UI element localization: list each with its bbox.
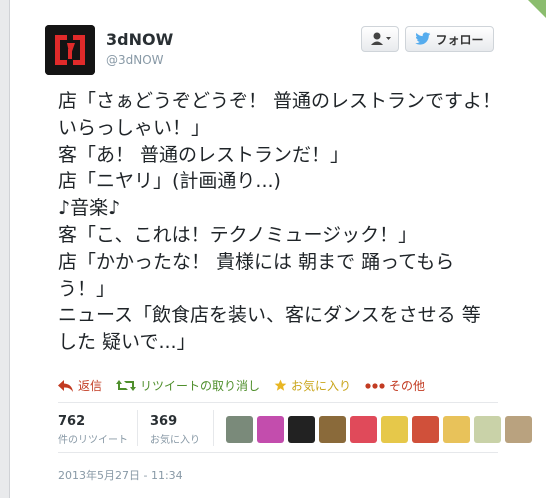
- stat-separator: [137, 410, 138, 446]
- engager-avatar[interactable]: [288, 416, 315, 443]
- favorite-button[interactable]: お気に入り: [274, 377, 351, 394]
- twitter-bird-icon: [415, 32, 431, 45]
- page-corner-fold: [528, 0, 546, 18]
- engager-avatar[interactable]: [319, 416, 346, 443]
- engager-avatar[interactable]: [381, 416, 408, 443]
- engager-avatar[interactable]: [505, 416, 532, 443]
- more-dots-icon: [365, 382, 385, 389]
- tweet-line: 客「こ、これは！テクノミュージック！」: [58, 223, 418, 246]
- reply-button[interactable]: 返信: [58, 377, 102, 394]
- favorite-stat[interactable]: 369 お気に入り: [150, 414, 200, 446]
- tweet-line: 店「さぁどうぞどうぞ！ 普通のレストランですよ！: [58, 90, 502, 112]
- reply-label: 返信: [78, 379, 103, 393]
- favorite-count: 369: [150, 414, 178, 429]
- engager-avatars: [226, 416, 532, 443]
- favorite-count-label: お気に入り: [150, 435, 200, 446]
- follow-label: フォロー: [435, 32, 484, 47]
- favorite-label: お気に入り: [291, 379, 352, 393]
- stats-divider-top: [58, 402, 498, 403]
- tweet-actions: 返信 リツイートの取り消し お気に入り その他: [58, 377, 439, 394]
- avatar[interactable]: [45, 25, 95, 75]
- engager-avatar[interactable]: [443, 416, 470, 443]
- engager-avatar[interactable]: [257, 416, 284, 443]
- tweet-line: ニュース「飲食店を装い、客にダンスをさせる 等: [58, 304, 481, 327]
- undo-retweet-button[interactable]: リツイートの取り消し: [116, 377, 260, 394]
- tweet-line: した 疑いで...」: [58, 331, 196, 354]
- reply-arrow-icon: [58, 379, 73, 392]
- engager-avatar[interactable]: [474, 416, 501, 443]
- tweet-line: ♪音楽♪: [58, 197, 121, 220]
- user-dropdown-icon: [371, 32, 391, 45]
- more-label: その他: [389, 379, 426, 393]
- retweet-stat[interactable]: 762 件のリツイート: [58, 414, 128, 446]
- stats-divider-bottom: [58, 452, 498, 453]
- more-button[interactable]: その他: [365, 377, 425, 394]
- engager-avatar[interactable]: [412, 416, 439, 443]
- retweet-count-label: 件のリツイート: [58, 435, 128, 446]
- engager-avatar[interactable]: [226, 416, 253, 443]
- tweet-line: 客「あ！ 普通のレストランだ！」: [58, 143, 350, 166]
- tweet-line: う！」: [58, 277, 116, 300]
- tweet-text: 店「さぁどうぞどうぞ！ 普通のレストランですよ！ いらっしゃい！」 客「あ！ 普…: [58, 88, 528, 356]
- engager-avatar[interactable]: [350, 416, 377, 443]
- user-actions-button[interactable]: [361, 26, 399, 52]
- stat-separator: [213, 410, 214, 446]
- retweet-label: リツイートの取り消し: [140, 379, 261, 393]
- 3dnow-logo-icon: [45, 25, 95, 75]
- star-icon: [274, 379, 287, 391]
- tweet-line: 店「かかったな！ 貴様には 朝まで 踊ってもら: [58, 250, 455, 273]
- retweet-icon: [116, 380, 137, 391]
- tweet-line: 店「ニヤリ」(計画通り...): [58, 170, 281, 193]
- display-name[interactable]: 3dNOW: [106, 30, 173, 49]
- tweet-line: いらっしゃい！」: [58, 116, 211, 139]
- username[interactable]: @3dNOW: [106, 53, 164, 67]
- tweet-timestamp[interactable]: 2013年5月27日 - 11:34: [58, 467, 183, 483]
- retweet-count: 762: [58, 414, 86, 429]
- follow-button[interactable]: フォロー: [405, 26, 494, 52]
